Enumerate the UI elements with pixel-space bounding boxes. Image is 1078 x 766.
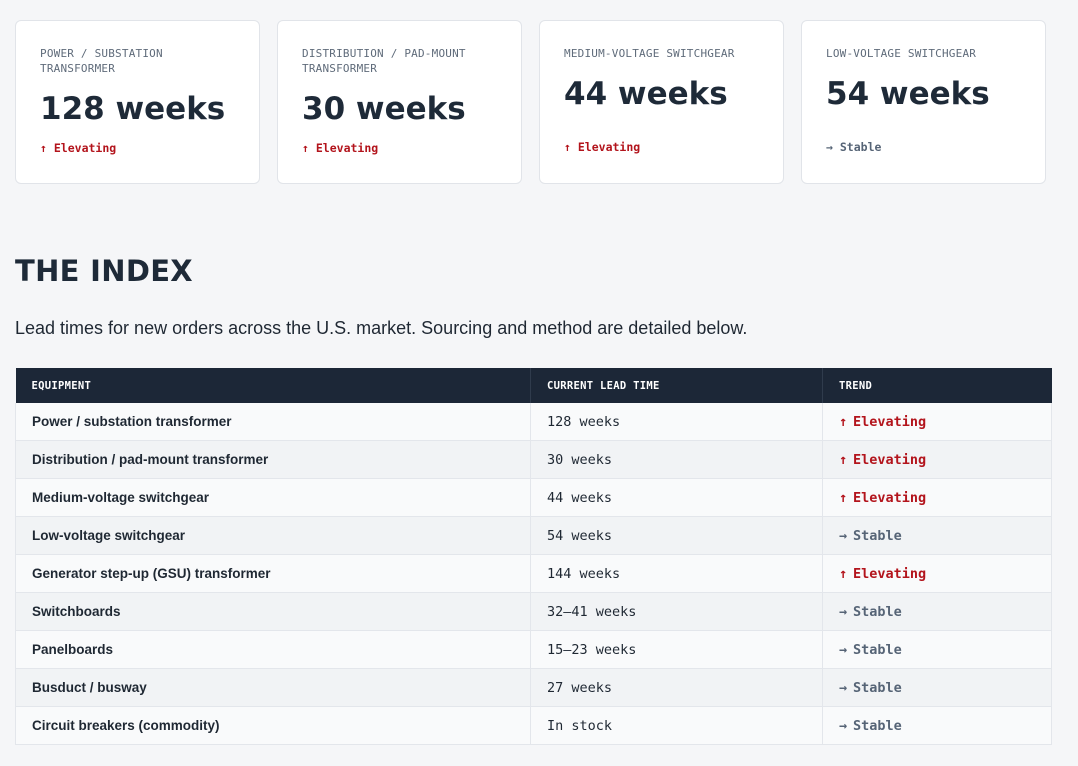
arrow-right-icon: → [839,679,848,696]
table-header-row: EQUIPMENT CURRENT LEAD TIME TREND [15,368,1052,403]
card-trend: ↑ Elevating [564,140,763,154]
card-trend: ↑ Elevating [302,141,501,155]
card-label: MEDIUM-VOLTAGE SWITCHGEAR [564,47,735,60]
card-value: 30 weeks [302,91,466,127]
table-row: Busduct / busway 27 weeks → Stable [15,668,1052,707]
trend-cell: → Stable [822,516,1052,555]
equipment-cell: Panelboards [15,630,531,669]
equipment-cell: Busduct / busway [15,668,531,707]
card-trend: ↑ Elevating [40,141,239,155]
lead-time-cell: 128 weeks [530,403,823,441]
lead-time-cell: 15–23 weeks [530,630,823,669]
arrow-up-icon: ↑ [839,489,848,506]
trend-cell: ↑ Elevating [822,554,1052,593]
arrow-right-icon: → [839,527,848,544]
trend-label: Stable [853,641,902,658]
card-trend: → Stable [826,140,1025,154]
arrow-right-icon: → [826,140,833,154]
equipment-cell: Switchboards [15,592,531,631]
trend-cell: → Stable [822,668,1052,707]
column-header-trend[interactable]: TREND [822,368,1052,403]
trend-label: Stable [853,603,902,620]
card-value: 128 weeks [40,91,226,127]
trend-cell: ↑ Elevating [822,478,1052,517]
card-medium-voltage-switchgear: MEDIUM-VOLTAGE SWITCHGEAR 44 weeks ↑ Ele… [539,20,784,184]
card-value: 44 weeks [564,76,728,112]
table-row: Low-voltage switchgear 54 weeks → Stable [15,516,1052,555]
lead-time-cell: 32–41 weeks [530,592,823,631]
arrow-up-icon: ↑ [302,141,309,155]
trend-label: Elevating [577,140,641,154]
table-row: Switchboards 32–41 weeks → Stable [15,592,1052,631]
column-header-lead-time[interactable]: CURRENT LEAD TIME [530,368,823,403]
lead-time-cell: 144 weeks [530,554,823,593]
section-title: THE INDEX [15,254,193,288]
trend-label: Elevating [853,413,927,430]
trend-label: Stable [853,717,902,734]
trend-label: Elevating [853,489,927,506]
trend-label: Stable [839,140,882,154]
card-low-voltage-switchgear: LOW-VOLTAGE SWITCHGEAR 54 weeks → Stable [801,20,1046,184]
arrow-right-icon: → [839,641,848,658]
equipment-cell: Circuit breakers (commodity) [15,706,531,745]
table-row: Power / substation transformer 128 weeks… [15,403,1052,441]
lead-time-cell: In stock [530,706,823,745]
column-header-equipment[interactable]: EQUIPMENT [15,368,531,403]
card-label: LOW-VOLTAGE SWITCHGEAR [826,47,977,60]
arrow-up-icon: ↑ [839,451,848,468]
equipment-cell: Power / substation transformer [15,403,531,441]
trend-label: Elevating [53,141,117,155]
lead-time-table: EQUIPMENT CURRENT LEAD TIME TREND Power … [15,368,1052,745]
equipment-cell: Generator step-up (GSU) transformer [15,554,531,593]
card-label: POWER / SUBSTATION TRANSFORMER [40,47,163,75]
trend-label: Elevating [853,565,927,582]
table-row: Circuit breakers (commodity) In stock → S… [15,706,1052,745]
table-row: Distribution / pad-mount transformer 30 … [15,440,1052,479]
lead-time-cell: 27 weeks [530,668,823,707]
arrow-up-icon: ↑ [564,140,571,154]
equipment-cell: Medium-voltage switchgear [15,478,531,517]
trend-label: Elevating [853,451,927,468]
section-description: Lead times for new orders across the U.S… [15,318,748,338]
card-value: 54 weeks [826,76,990,112]
equipment-cell: Low-voltage switchgear [15,516,531,555]
trend-cell: → Stable [822,592,1052,631]
arrow-up-icon: ↑ [839,565,848,582]
table-row: Panelboards 15–23 weeks → Stable [15,630,1052,669]
trend-label: Stable [853,679,902,696]
arrow-right-icon: → [839,603,848,620]
trend-label: Elevating [315,141,379,155]
trend-label: Stable [853,527,902,544]
arrow-right-icon: → [839,717,848,734]
table-row: Generator step-up (GSU) transformer 144 … [15,554,1052,593]
lead-time-cell: 44 weeks [530,478,823,517]
trend-cell: ↑ Elevating [822,403,1052,441]
arrow-up-icon: ↑ [40,141,47,155]
trend-cell: → Stable [822,706,1052,745]
card-power-substation-transformer: POWER / SUBSTATION TRANSFORMER 128 weeks… [15,20,260,184]
arrow-up-icon: ↑ [839,413,848,430]
trend-cell: ↑ Elevating [822,440,1052,479]
trend-cell: → Stable [822,630,1052,669]
lead-time-cell: 30 weeks [530,440,823,479]
lead-time-cell: 54 weeks [530,516,823,555]
card-label: DISTRIBUTION / PAD-MOUNT TRANSFORMER [302,47,466,75]
summary-cards: POWER / SUBSTATION TRANSFORMER 128 weeks… [15,20,1051,184]
equipment-cell: Distribution / pad-mount transformer [15,440,531,479]
table-row: Medium-voltage switchgear 44 weeks ↑ Elev… [15,478,1052,517]
card-distribution-transformer: DISTRIBUTION / PAD-MOUNT TRANSFORMER 30 … [277,20,522,184]
